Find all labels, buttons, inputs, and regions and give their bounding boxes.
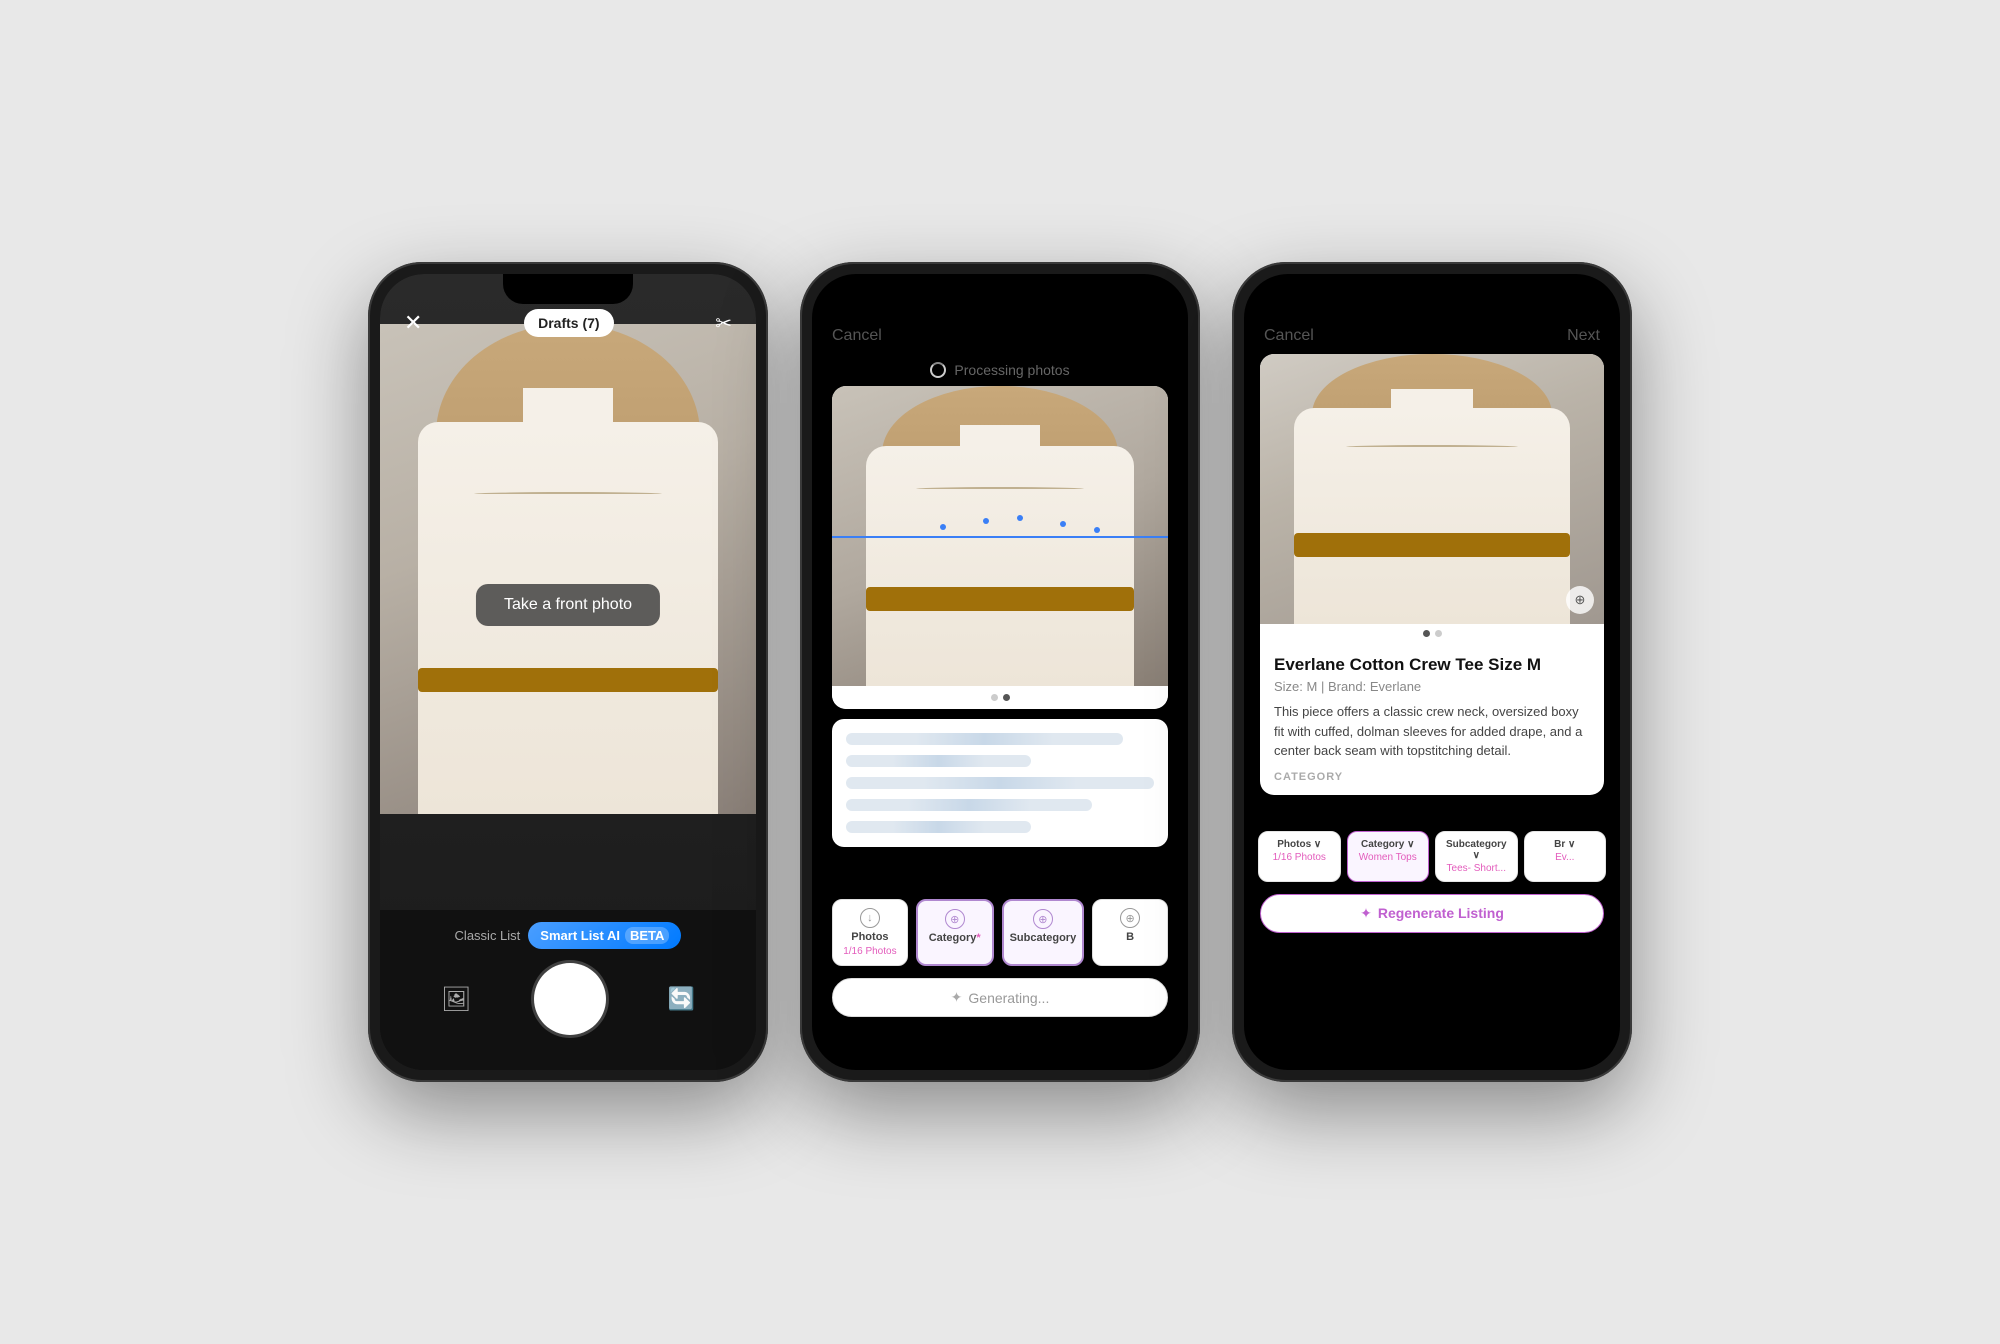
signal-icon-3: ▌▌▌ bbox=[1522, 295, 1548, 309]
category-icon-2: ⊕ bbox=[945, 909, 965, 929]
gallery-icon[interactable]: 🖼 bbox=[441, 985, 471, 1014]
skeleton-section bbox=[832, 719, 1168, 847]
status-icons-3: ▌▌▌ WiFi ▊ bbox=[1522, 294, 1596, 310]
navbar-3: Cancel Listing Preview Next bbox=[1244, 318, 1620, 354]
photos-tab-3[interactable]: Photos ∨ 1/16 Photos bbox=[1258, 831, 1341, 882]
brand-tab-2[interactable]: ⊕ B bbox=[1092, 899, 1168, 966]
notch-2 bbox=[935, 274, 1065, 304]
brand-label-2: B bbox=[1126, 931, 1134, 943]
skeleton-line-1 bbox=[846, 733, 1123, 745]
category-tab-2[interactable]: ⊕ Category* bbox=[916, 899, 994, 966]
skeleton-line-2 bbox=[846, 755, 1031, 767]
phones-container: ✕ Drafts (7) ✂ Take a front photo Classi… bbox=[328, 222, 1672, 1122]
camera-bottombar: Classic List Smart List AI BETA 🖼 🔄 bbox=[380, 910, 756, 1070]
take-photo-overlay: Take a front photo bbox=[476, 584, 660, 626]
nav-title-3: Listing Preview bbox=[1378, 326, 1503, 346]
dot-2 bbox=[1003, 694, 1010, 701]
status-time-3: 9:41 bbox=[1268, 294, 1298, 311]
dot-inactive-3 bbox=[1435, 630, 1442, 637]
processing-text: Processing photos bbox=[954, 362, 1069, 378]
next-button-3[interactable]: Next bbox=[1567, 327, 1600, 345]
beta-badge: BETA bbox=[625, 927, 669, 944]
subcategory-tab-3[interactable]: Subcategory ∨ Tees- Short... bbox=[1435, 831, 1518, 882]
photos-tab-2[interactable]: ↓ Photos 1/16 Photos bbox=[832, 899, 908, 966]
skeleton-line-5 bbox=[846, 821, 1031, 833]
subcategory-tab-2[interactable]: ⊕ Subcategory bbox=[1002, 899, 1085, 966]
listing-image-2 bbox=[832, 386, 1168, 686]
listing-mode-toggle: Classic List Smart List AI BETA bbox=[455, 922, 682, 949]
photos-icon-2: ↓ bbox=[860, 908, 880, 928]
brand-icon-2: ⊕ bbox=[1120, 908, 1140, 928]
signal-icon-2: ▌▌▌ bbox=[1090, 295, 1116, 309]
battery-icon-2: ▊ bbox=[1154, 294, 1164, 310]
drafts-badge[interactable]: Drafts (7) bbox=[524, 309, 613, 337]
status-icons-2: ▌▌▌ WiFi ▊ bbox=[1090, 294, 1164, 310]
nav-title-2: Listing Preview bbox=[963, 326, 1088, 346]
edit-tabs-2: ↓ Photos 1/16 Photos ⊕ Category* ⊕ Subca… bbox=[832, 899, 1168, 966]
scan-dot bbox=[940, 524, 946, 530]
subcategory-icon-2: ⊕ bbox=[1033, 909, 1053, 929]
listing-description-3: This piece offers a classic crew neck, o… bbox=[1274, 702, 1590, 761]
scan-dot bbox=[1017, 515, 1023, 521]
skeleton-line-3 bbox=[846, 777, 1154, 789]
classic-list-label[interactable]: Classic List bbox=[455, 928, 521, 943]
skeleton-line-4 bbox=[846, 799, 1092, 811]
edit-listing-section-2: Edit Your Listing ↓ Photos 1/16 Photos ⊕… bbox=[812, 857, 1188, 966]
photos-label-2: Photos bbox=[851, 931, 888, 943]
wifi-icon-2: WiFi bbox=[1121, 294, 1149, 310]
notch-1 bbox=[503, 274, 633, 304]
edit-tabs-3: Photos ∨ 1/16 Photos Category ∨ Women To… bbox=[1244, 831, 1620, 882]
scissors-icon[interactable]: ✂ bbox=[715, 311, 732, 336]
category-label-2: Category* bbox=[929, 932, 981, 944]
camera-close-button[interactable]: ✕ bbox=[404, 310, 422, 336]
processing-banner: Processing photos bbox=[812, 354, 1188, 386]
smart-list-button[interactable]: Smart List AI BETA bbox=[528, 922, 681, 949]
generating-text: Generating... bbox=[968, 990, 1049, 1006]
listing-dots-3 bbox=[1260, 624, 1604, 643]
photo-indicators-2 bbox=[832, 686, 1168, 709]
battery-icon-3: ▊ bbox=[1586, 294, 1596, 310]
camera-controls: 🖼 🔄 bbox=[380, 963, 756, 1035]
camera-topbar: ✕ Drafts (7) ✂ bbox=[380, 309, 756, 337]
phone-1: ✕ Drafts (7) ✂ Take a front photo Classi… bbox=[368, 262, 768, 1082]
category-tab-3[interactable]: Category ∨ Women Tops bbox=[1347, 831, 1430, 882]
subcategory-label-2: Subcategory bbox=[1010, 932, 1077, 944]
dot-active-3 bbox=[1423, 630, 1430, 637]
scan-line bbox=[832, 536, 1168, 538]
camera-viewfinder bbox=[380, 324, 756, 814]
generating-button: ✦ Generating... bbox=[832, 978, 1168, 1017]
processing-spinner bbox=[930, 362, 946, 378]
cancel-button-3[interactable]: Cancel bbox=[1264, 327, 1314, 345]
notch-3 bbox=[1367, 274, 1497, 304]
phone-3: 9:41 ▌▌▌ WiFi ▊ Cancel Listing Preview N… bbox=[1232, 262, 1632, 1082]
camera-flip-icon[interactable]: 🔄 bbox=[668, 986, 695, 1012]
home-indicator-2 bbox=[940, 1058, 1060, 1062]
generating-icon: ✦ bbox=[951, 989, 963, 1006]
cancel-button-2[interactable]: Cancel bbox=[832, 327, 882, 345]
shutter-button[interactable] bbox=[534, 963, 606, 1035]
listing-content-3: Everlane Cotton Crew Tee Size M Size: M … bbox=[1260, 643, 1604, 795]
listing-card-3: ⊕ Everlane Cotton Crew Tee Size M Size: … bbox=[1260, 354, 1604, 795]
listing-meta-3: Size: M | Brand: Everlane bbox=[1274, 679, 1590, 694]
navbar-2: Cancel Listing Preview bbox=[812, 318, 1188, 354]
listing-category-label-3: CATEGORY bbox=[1274, 771, 1590, 783]
wifi-icon-3: WiFi bbox=[1553, 294, 1581, 310]
listing-photo-card-2 bbox=[832, 386, 1168, 709]
photos-sublabel-2: 1/16 Photos bbox=[843, 946, 896, 957]
listing-main-image-3: ⊕ bbox=[1260, 354, 1604, 624]
phone-2: 9:41 ▌▌▌ WiFi ▊ Cancel Listing Preview bbox=[800, 262, 1200, 1082]
edit-listing-title-2: Edit Your Listing bbox=[832, 867, 1168, 887]
regenerate-text: Regenerate Listing bbox=[1378, 905, 1504, 921]
dot-1 bbox=[991, 694, 998, 701]
listing-title-3: Everlane Cotton Crew Tee Size M bbox=[1274, 655, 1590, 675]
edit-photo-icon-3[interactable]: ⊕ bbox=[1566, 586, 1594, 614]
regenerate-button[interactable]: ✦ Regenerate Listing bbox=[1260, 894, 1604, 933]
home-indicator-3 bbox=[1372, 1058, 1492, 1062]
regenerate-icon: ✦ bbox=[1360, 905, 1372, 922]
edit-listing-title-3: Edit Your Listing bbox=[1244, 795, 1620, 831]
status-time-2: 9:41 bbox=[836, 294, 866, 311]
brand-tab-3[interactable]: Br ∨ Ev... bbox=[1524, 831, 1607, 882]
